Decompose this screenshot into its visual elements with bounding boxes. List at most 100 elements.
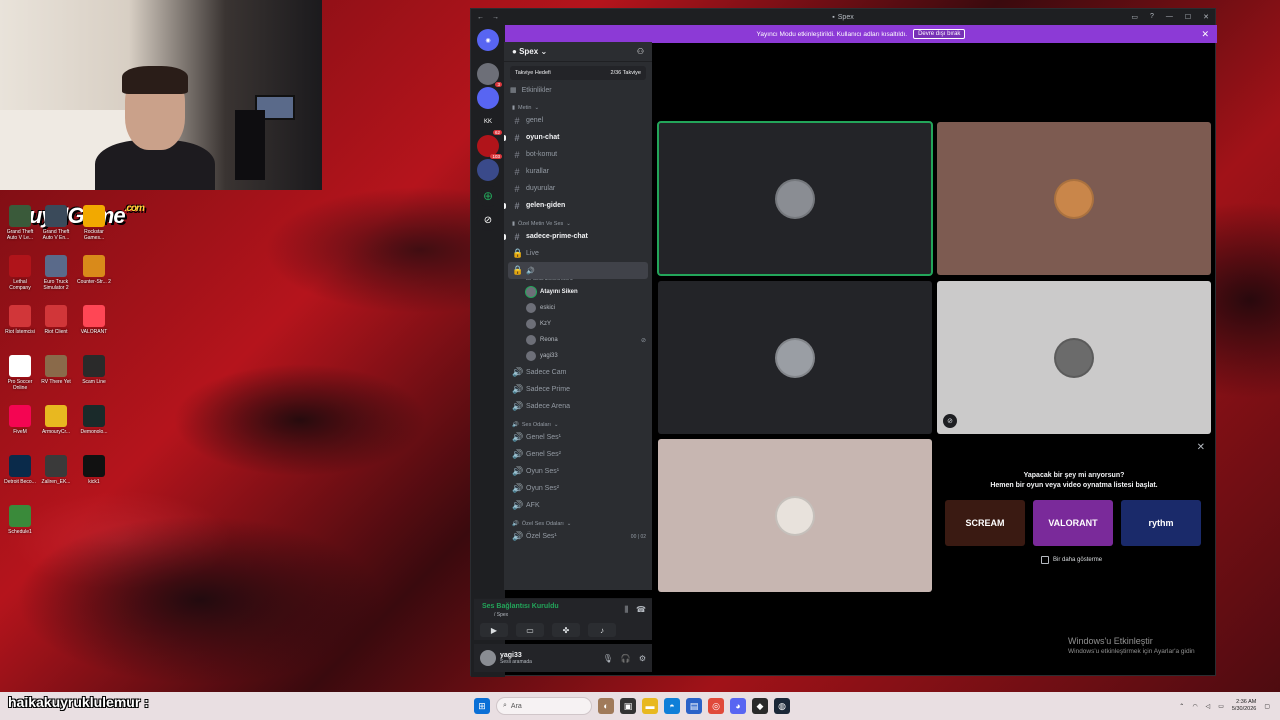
- voice-user[interactable]: eskici: [504, 300, 652, 316]
- discover-icon[interactable]: ⊘: [477, 209, 499, 231]
- voice-channel[interactable]: 🔊 Sadece Arena: [504, 398, 652, 415]
- soundboard-icon[interactable]: ♪: [588, 623, 616, 637]
- desktop-icon[interactable]: Riot İstemcisi: [2, 305, 38, 335]
- help-icon[interactable]: ?: [1150, 13, 1154, 21]
- activity-card[interactable]: SCREAM: [945, 500, 1025, 546]
- steam-icon[interactable]: ◍: [774, 698, 790, 714]
- desktop-icon[interactable]: Zaliren_EK...: [38, 455, 74, 485]
- events-item[interactable]: ▦ Etkinlikler: [510, 86, 646, 95]
- voice-channel[interactable]: 🔊 Genel Ses²: [504, 446, 652, 463]
- server-icon[interactable]: KK 62: [477, 111, 502, 135]
- voice-channel[interactable]: 🔊 Oyun Ses¹: [504, 463, 652, 480]
- noise-suppression-icon[interactable]: ⫼: [624, 605, 628, 615]
- desktop-icon[interactable]: Euro Truck Simulator 2: [38, 255, 74, 291]
- connection-status[interactable]: Ses Bağlantısı Kuruldu: [482, 603, 559, 610]
- desktop-icon[interactable]: Schedule1: [2, 505, 38, 535]
- discord-home-icon[interactable]: ◉: [477, 29, 499, 51]
- voice-user[interactable]: Reona ⊘: [504, 332, 652, 348]
- text-channel[interactable]: # genel: [504, 112, 652, 129]
- taskbar-search[interactable]: ⌕ Ara: [496, 697, 592, 715]
- channel-sadece-prime-chat[interactable]: # sadece-prime-chat: [504, 228, 652, 245]
- activity-card[interactable]: rythm: [1121, 500, 1201, 546]
- camera-icon[interactable]: ▶: [480, 623, 508, 637]
- activities-icon[interactable]: ✤: [552, 623, 580, 637]
- back-arrow-icon[interactable]: ←: [477, 14, 484, 21]
- invite-icon[interactable]: ⚇: [637, 47, 644, 56]
- desktop-icon[interactable]: Detroit Beco...: [2, 455, 38, 485]
- widgets-icon[interactable]: ◐: [598, 698, 614, 714]
- microphone-icon[interactable]: 🎙: [603, 654, 613, 663]
- discord-taskbar-icon[interactable]: ◕: [730, 698, 746, 714]
- server-icon[interactable]: 3: [477, 63, 502, 87]
- network-icon[interactable]: ◠: [1192, 703, 1197, 710]
- connection-channel[interactable]: / Spex: [494, 612, 508, 618]
- desktop-icon[interactable]: VALORANT: [76, 305, 112, 335]
- video-tile[interactable]: [657, 121, 933, 276]
- desktop-icon[interactable]: RV There Yet: [38, 355, 74, 385]
- maximize-button[interactable]: ☐: [1185, 13, 1191, 21]
- voice-channel[interactable]: 🔊 Genel Ses¹: [504, 429, 652, 446]
- dont-show-again-checkbox[interactable]: Bir daha gösterme: [1041, 556, 1102, 564]
- desktop-icon[interactable]: Lethal Company: [2, 255, 38, 291]
- voice-user[interactable]: KzY: [504, 316, 652, 332]
- add-server-icon[interactable]: ⊕: [477, 185, 499, 207]
- desktop-icon[interactable]: Riot Client: [38, 305, 74, 335]
- desktop-icon[interactable]: Scam Line: [76, 355, 112, 385]
- desktop-icon[interactable]: Counter-Str... 2: [76, 255, 112, 285]
- screen-share-icon[interactable]: ▭: [516, 623, 544, 637]
- minimize-button[interactable]: —: [1166, 13, 1173, 21]
- avatar[interactable]: [480, 650, 496, 666]
- forward-arrow-icon[interactable]: →: [492, 14, 499, 21]
- close-window-button[interactable]: ✕: [1203, 13, 1209, 21]
- channel-live[interactable]: 🔒 Live: [504, 245, 652, 262]
- desktop-icon[interactable]: Grand Theft Auto V En...: [38, 205, 74, 241]
- voice-channel-current[interactable]: 🔒 🔊: [508, 262, 648, 279]
- text-channel[interactable]: # duyurular: [504, 180, 652, 197]
- close-banner-icon[interactable]: ✕: [1201, 29, 1209, 40]
- start-icon[interactable]: ⊞: [474, 698, 490, 714]
- boost-goal[interactable]: Takviye Hedefi 2/36 Takviye: [510, 66, 646, 80]
- text-channel[interactable]: # kurallar: [504, 163, 652, 180]
- video-tile[interactable]: [658, 439, 932, 592]
- server-icon[interactable]: 103: [477, 135, 502, 159]
- server-icon[interactable]: [477, 87, 499, 109]
- task-view-icon[interactable]: ▣: [620, 698, 636, 714]
- voice-user[interactable]: Atayını Siken: [504, 284, 652, 300]
- voice-user[interactable]: yagi33: [504, 348, 652, 364]
- voice-channel-private[interactable]: 🔊 Özel Ses¹ 00 | 02: [504, 528, 652, 545]
- clock[interactable]: 2:36 AM 5/30/2026: [1232, 699, 1256, 713]
- headphones-icon[interactable]: 🎧: [621, 654, 631, 663]
- notifications-icon[interactable]: ▢: [1264, 703, 1270, 710]
- category-text[interactable]: ▮ Metin ⌄: [504, 102, 652, 112]
- edge-icon[interactable]: ◓: [664, 698, 680, 714]
- disconnect-icon[interactable]: ☎: [636, 605, 646, 615]
- close-icon[interactable]: ✕: [1197, 442, 1205, 453]
- server-icon[interactable]: [477, 159, 499, 181]
- disable-streamer-mode-button[interactable]: Devre dışı bırak: [913, 29, 966, 39]
- text-channel[interactable]: # bot-komut: [504, 146, 652, 163]
- category-voice-rooms[interactable]: 🔊 Ses Odaları ⌄: [504, 419, 652, 429]
- video-tile[interactable]: [658, 281, 932, 434]
- store-icon[interactable]: ▤: [686, 698, 702, 714]
- text-channel[interactable]: # oyun-chat: [504, 129, 652, 146]
- volume-icon[interactable]: ◁: [1206, 703, 1211, 710]
- settings-gear-icon[interactable]: ⚙: [639, 654, 646, 663]
- voice-channel[interactable]: 🔊 Oyun Ses²: [504, 480, 652, 497]
- server-header[interactable]: ● Spex ⌄ ⚇: [504, 42, 652, 62]
- voice-channel[interactable]: 🔊 Sadece Cam: [504, 364, 652, 381]
- desktop-icon[interactable]: Rockstar Games...: [76, 205, 112, 241]
- video-tile[interactable]: [937, 122, 1211, 275]
- category-private-voice[interactable]: 🔊 Özel Ses Odaları ⌄: [504, 518, 652, 528]
- app-icon[interactable]: ◆: [752, 698, 768, 714]
- user-name[interactable]: yagi33: [500, 652, 532, 659]
- inbox-icon[interactable]: ▭: [1131, 13, 1138, 21]
- text-channel[interactable]: # gelen-giden: [504, 197, 652, 214]
- activity-card[interactable]: VALORANT: [1033, 500, 1113, 546]
- voice-channel[interactable]: 🔊 Sadece Prime: [504, 381, 652, 398]
- video-tile[interactable]: ⊘: [937, 281, 1211, 434]
- chrome-icon[interactable]: ◎: [708, 698, 724, 714]
- desktop-icon[interactable]: ArmouryCr...: [38, 405, 74, 435]
- desktop-icon[interactable]: kick1: [76, 455, 112, 485]
- chevron-up-icon[interactable]: ⌃: [1179, 703, 1184, 710]
- voice-channel[interactable]: 🔊 AFK: [504, 497, 652, 514]
